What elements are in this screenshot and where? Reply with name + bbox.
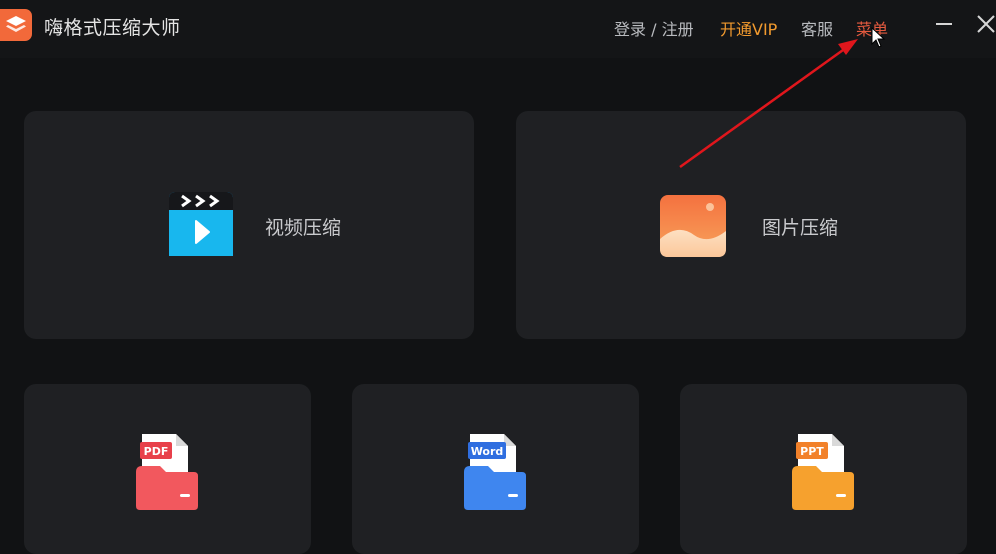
close-button[interactable]	[975, 13, 996, 35]
minimize-button[interactable]	[933, 13, 955, 35]
image-compress-card[interactable]: 图片压缩	[516, 111, 966, 339]
image-landscape-icon	[660, 195, 726, 257]
minimize-icon	[936, 23, 952, 25]
video-compress-label: 视频压缩	[265, 217, 342, 239]
image-compress-label: 图片压缩	[762, 217, 839, 239]
layers-icon	[6, 16, 26, 32]
pdf-tag: PDF	[144, 445, 169, 458]
app-logo	[0, 9, 32, 41]
menu-link[interactable]: 菜单	[856, 16, 888, 40]
login-register-link[interactable]: 登录 / 注册	[614, 16, 694, 40]
ppt-tag: PPT	[800, 445, 824, 458]
app-title: 嗨格式压缩大师	[44, 17, 181, 39]
word-tag: Word	[471, 445, 504, 458]
ppt-folder-icon: PPT	[792, 434, 854, 510]
open-vip-link[interactable]: 开通VIP	[720, 16, 777, 40]
close-icon	[977, 15, 995, 33]
pdf-compress-card[interactable]: PDF	[24, 384, 311, 554]
word-folder-icon: Word	[464, 434, 526, 510]
ppt-compress-card[interactable]: PPT	[680, 384, 967, 554]
customer-service-link[interactable]: 客服	[801, 16, 833, 40]
title-bar: 嗨格式压缩大师 登录 / 注册 开通VIP 客服 菜单	[0, 0, 996, 58]
video-compress-card[interactable]: 视频压缩	[24, 111, 474, 339]
video-clapper-icon	[169, 192, 233, 256]
pdf-folder-icon: PDF	[136, 434, 198, 510]
word-compress-card[interactable]: Word	[352, 384, 639, 554]
